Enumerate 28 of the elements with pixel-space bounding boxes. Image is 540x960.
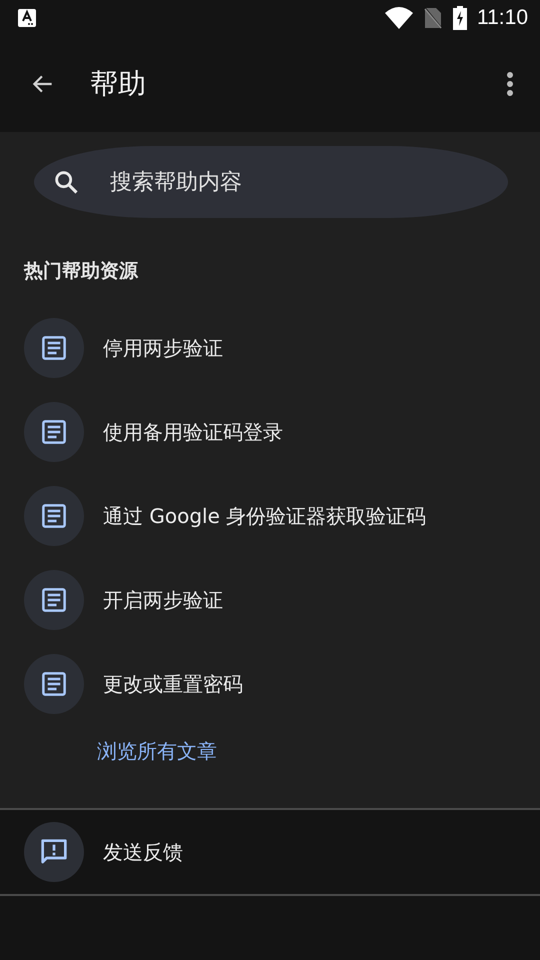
page-title: 帮助: [90, 66, 147, 102]
feedback-item[interactable]: 发送反馈: [0, 810, 540, 896]
document-icon: [39, 417, 69, 447]
wifi-icon: [385, 7, 413, 29]
feedback-label: 发送反馈: [103, 838, 183, 866]
section-heading: 热门帮助资源: [22, 259, 140, 284]
status-time: 11:10: [477, 6, 528, 30]
article-title: 通过 Google 身份验证器获取验证码: [103, 502, 426, 530]
article-item[interactable]: 通过 Google 身份验证器获取验证码: [0, 474, 540, 558]
no-sim-icon: [423, 6, 443, 30]
article-item[interactable]: 使用备用验证码登录: [0, 390, 540, 474]
article-title: 停用两步验证: [103, 334, 223, 362]
article-title: 使用备用验证码登录: [103, 418, 283, 446]
article-item[interactable]: 更改或重置密码: [0, 642, 540, 726]
article-item[interactable]: 开启两步验证: [0, 558, 540, 642]
article-title: 更改或重置密码: [103, 670, 243, 698]
article-title: 开启两步验证: [103, 586, 223, 614]
notification-icon: [18, 9, 36, 27]
document-icon: [39, 669, 69, 699]
battery-charging-icon: [453, 6, 467, 30]
browse-articles-link[interactable]: 浏览所有文章: [0, 726, 540, 808]
more-vertical-icon: [506, 71, 514, 97]
search-bar[interactable]: 搜索帮助内容: [34, 146, 508, 218]
article-item[interactable]: 停用两步验证: [0, 306, 540, 390]
document-icon: [39, 585, 69, 615]
search-field[interactable]: 搜索帮助内容: [108, 168, 508, 196]
document-icon: [39, 501, 69, 531]
document-icon: [39, 333, 69, 363]
